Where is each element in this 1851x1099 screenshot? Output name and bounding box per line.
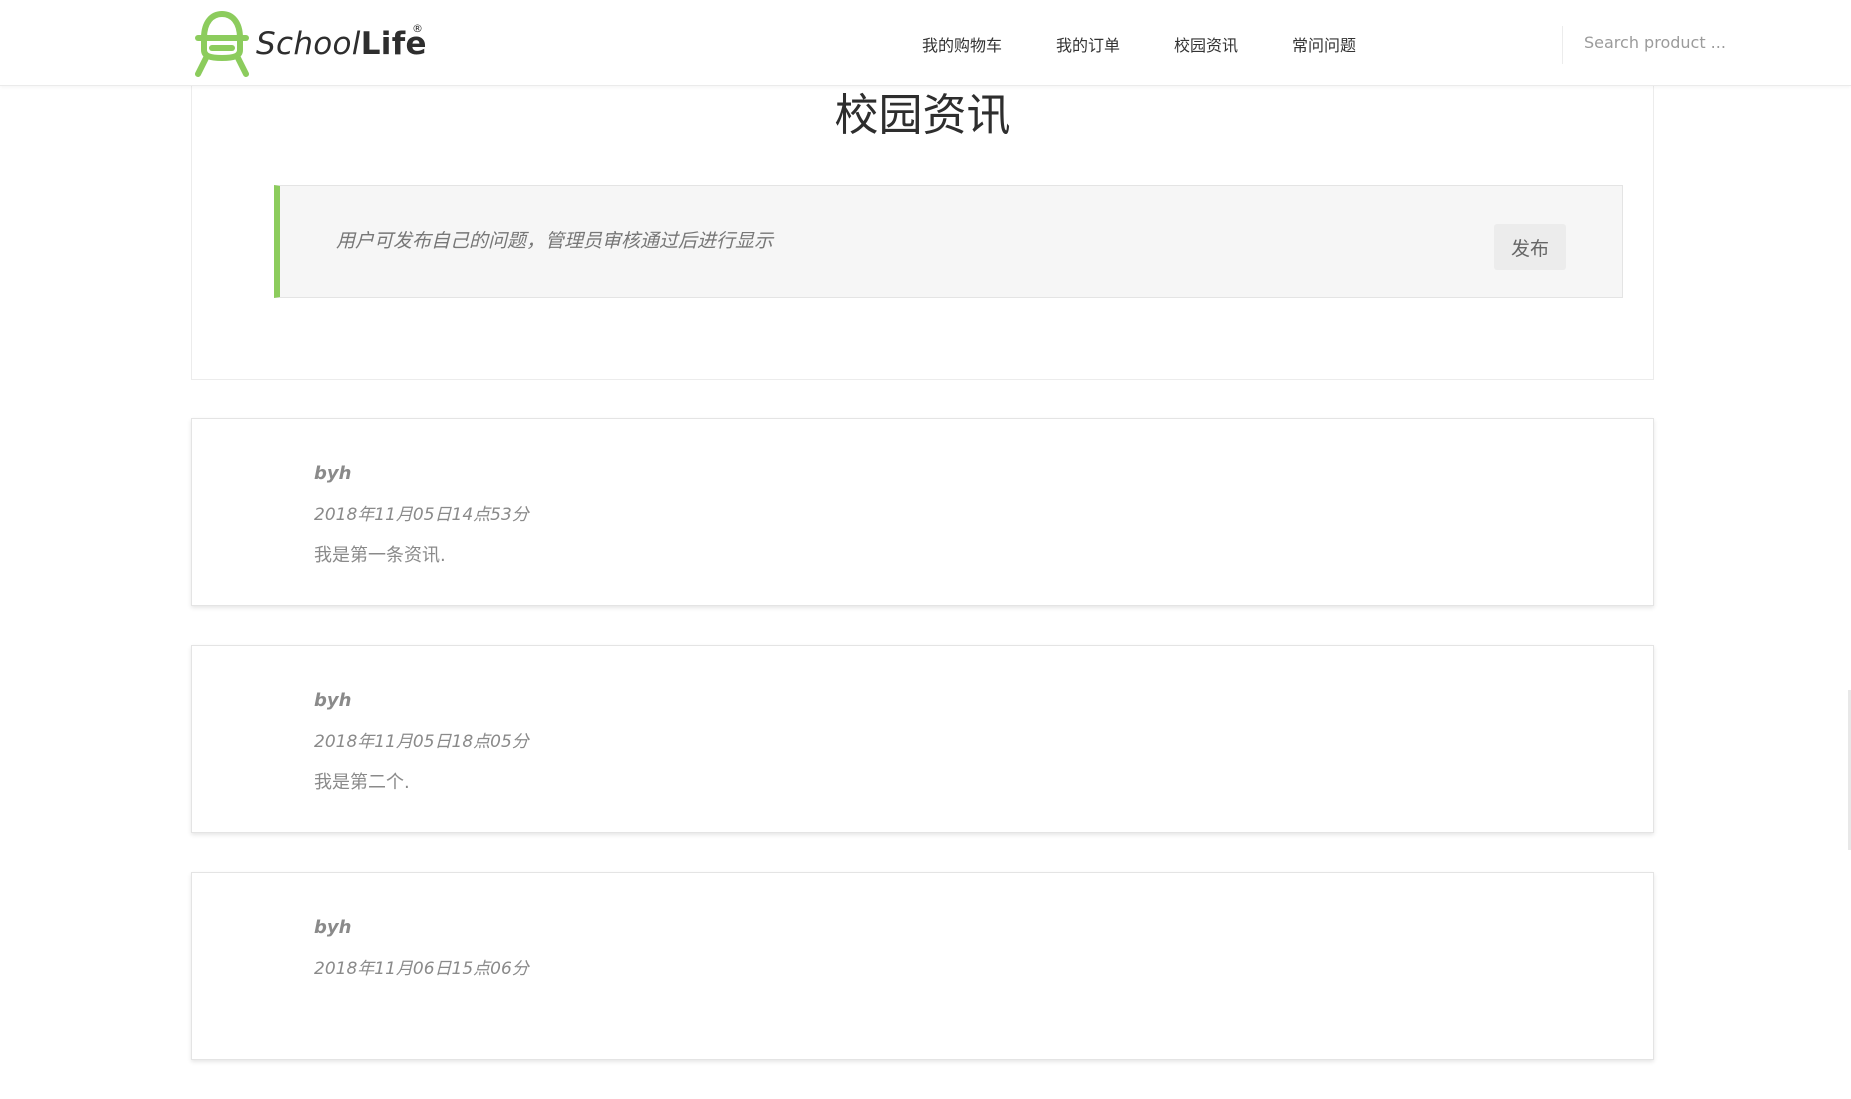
news-content: 我是第一条资讯.	[314, 545, 446, 566]
news-date: 2018年11月06日15点06分	[314, 959, 529, 979]
page-title: 校园资讯	[834, 90, 1011, 141]
news-list: byh 2018年11月05日14点53分 我是第一条资讯. byh 2018年…	[191, 418, 1654, 1099]
search-divider	[1562, 26, 1563, 64]
nav-item-orders[interactable]: 我的订单	[1056, 30, 1120, 56]
search-input[interactable]	[1576, 22, 1766, 62]
news-header-card: 校园资讯 用户可发布自己的问题，管理员审核通过后进行显示 发布	[191, 70, 1654, 380]
notice-text: 用户可发布自己的问题，管理员审核通过后进行显示	[336, 230, 774, 252]
news-author: byh	[314, 690, 352, 711]
nav-item-faq[interactable]: 常问问题	[1292, 30, 1356, 56]
logo-wordmark-school: School	[256, 26, 361, 62]
news-content: 我是第二个.	[314, 772, 410, 793]
main-nav: 我的购物车 我的订单 校园资讯 常问问题	[922, 0, 1410, 86]
nav-item-campus-news[interactable]: 校园资讯	[1174, 30, 1238, 56]
publish-notice: 用户可发布自己的问题，管理员审核通过后进行显示 发布	[274, 185, 1623, 298]
news-date: 2018年11月05日14点53分	[314, 505, 529, 525]
site-logo[interactable]: SchoolLife ®	[190, 8, 430, 78]
nav-item-cart[interactable]: 我的购物车	[922, 30, 1002, 56]
news-author: byh	[314, 917, 352, 938]
publish-button[interactable]: 发布	[1494, 224, 1566, 270]
news-date: 2018年11月05日18点05分	[314, 732, 529, 752]
news-item[interactable]: byh 2018年11月06日15点06分	[191, 872, 1654, 1060]
news-item[interactable]: byh 2018年11月05日14点53分 我是第一条资讯.	[191, 418, 1654, 606]
site-header: SchoolLife ® 我的购物车 我的订单 校园资讯 常问问题	[0, 0, 1851, 86]
news-author: byh	[314, 463, 352, 484]
logo-wordmark: SchoolLife	[256, 26, 427, 62]
registered-mark: ®	[412, 22, 423, 35]
logo-chair-icon	[195, 11, 249, 77]
news-item[interactable]: byh 2018年11月05日18点05分 我是第二个.	[191, 645, 1654, 833]
